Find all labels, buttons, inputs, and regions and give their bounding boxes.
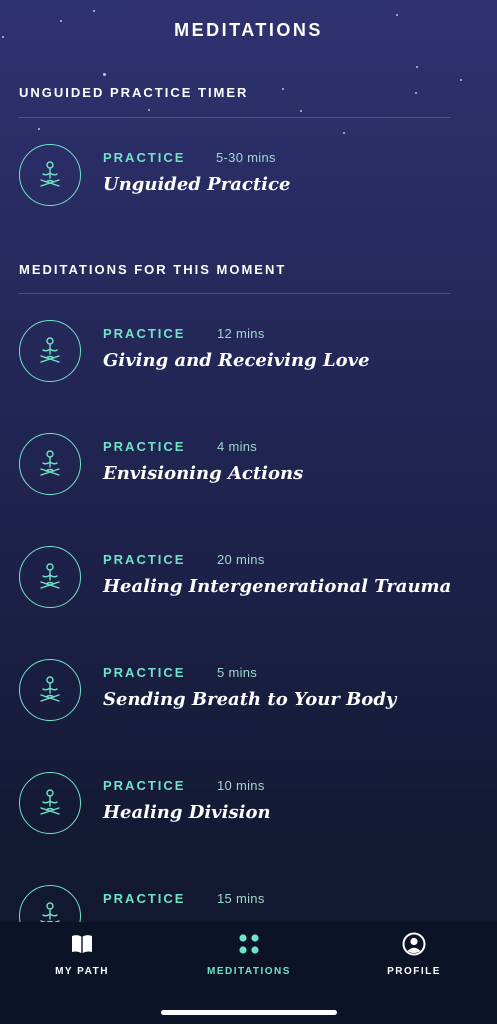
meditation-item[interactable]: PRACTICE 10 mins Healing Division	[19, 772, 479, 842]
meditation-pose-icon	[19, 772, 81, 834]
meditation-pose-icon	[19, 433, 81, 495]
meditation-pose-icon	[19, 144, 81, 206]
meditation-duration: 12 mins	[217, 326, 265, 341]
meditation-duration: 10 mins	[217, 778, 265, 793]
meditation-duration: 20 mins	[217, 552, 265, 567]
tab-my-path[interactable]: MY PATH	[22, 932, 142, 992]
grid-dots-icon	[239, 934, 259, 954]
meditation-duration: 5 mins	[217, 665, 258, 680]
meditation-title: Healing Intergenerational Trauma	[103, 576, 452, 597]
book-icon	[72, 935, 92, 953]
meditation-tag: PRACTICE	[103, 439, 186, 454]
meditation-title: Healing Division	[103, 802, 271, 823]
meditation-title: Giving and Receiving Love	[103, 350, 370, 371]
bottom-tab-bar: MY PATH MEDITATIONS PROFILE	[0, 922, 497, 1024]
meditation-duration: 15 mins	[217, 891, 265, 906]
section-heading-moment: MEDITATIONS FOR THIS MOMENT	[19, 262, 287, 277]
meditation-duration: 4 mins	[217, 439, 258, 454]
meditation-item[interactable]: PRACTICE 12 mins Giving and Receiving Lo…	[19, 320, 479, 390]
meditation-item[interactable]: PRACTICE 20 mins Healing Intergeneration…	[19, 546, 479, 616]
section-heading-unguided: UNGUIDED PRACTICE TIMER	[19, 85, 249, 100]
meditation-tag: PRACTICE	[103, 665, 186, 680]
meditation-item[interactable]: PRACTICE 5-30 mins Unguided Practice	[19, 144, 479, 214]
meditation-title: Sending Breath to Your Body	[103, 689, 397, 710]
meditation-tag: PRACTICE	[103, 150, 186, 165]
meditation-tag: PRACTICE	[103, 778, 186, 793]
meditation-item[interactable]: PRACTICE 5 mins Sending Breath to Your B…	[19, 659, 479, 729]
meditation-pose-icon	[19, 659, 81, 721]
meditation-pose-icon	[19, 320, 81, 382]
meditation-item[interactable]: PRACTICE 4 mins Envisioning Actions	[19, 433, 479, 503]
meditation-tag: PRACTICE	[103, 552, 186, 567]
section-divider	[19, 117, 451, 118]
profile-icon	[402, 932, 426, 956]
tab-label: MY PATH	[55, 966, 109, 977]
tab-profile[interactable]: PROFILE	[354, 932, 474, 992]
meditation-tag: PRACTICE	[103, 326, 186, 341]
tab-label: PROFILE	[387, 966, 441, 977]
meditation-pose-icon	[19, 546, 81, 608]
tab-label: MEDITATIONS	[207, 966, 291, 977]
meditation-title: Unguided Practice	[103, 174, 291, 195]
home-indicator	[161, 1010, 337, 1015]
meditation-tag: PRACTICE	[103, 891, 186, 906]
page-title: MEDITATIONS	[174, 20, 323, 40]
tab-meditations[interactable]: MEDITATIONS	[189, 932, 309, 992]
meditation-duration: 5-30 mins	[216, 150, 276, 165]
meditation-title: Envisioning Actions	[103, 463, 304, 484]
section-divider	[19, 293, 451, 294]
